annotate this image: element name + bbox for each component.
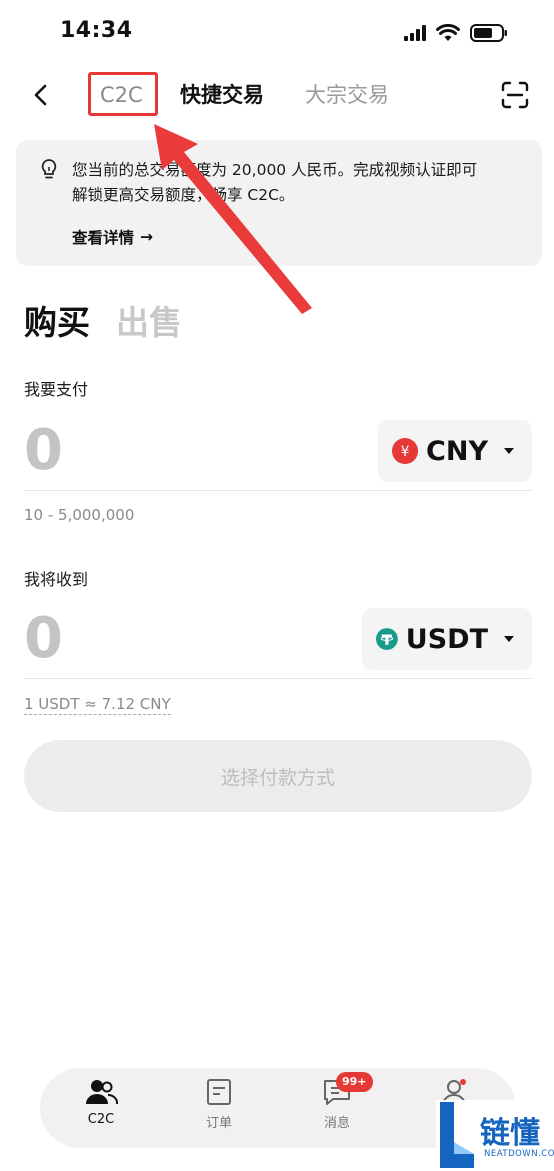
back-icon[interactable] [28, 80, 56, 110]
wifi-icon [436, 24, 460, 41]
divider [24, 678, 532, 679]
nav-item-orders[interactable]: 订单 [184, 1078, 254, 1131]
signal-icon [404, 25, 426, 41]
tab-sell[interactable]: 出售 [116, 296, 182, 344]
c2c-page: 14:34 C2C 快捷交易 大宗交易 您当前的总交易额度为 20,000 人民… [0, 0, 554, 1171]
annotation-arrow [154, 124, 312, 314]
chevron-down-icon [504, 636, 514, 642]
status-icons [404, 20, 508, 46]
divider [24, 490, 532, 491]
nav-item-c2c[interactable]: C2C [66, 1078, 136, 1127]
status-time: 14:34 [60, 18, 133, 43]
view-details-label: 查看详情 [72, 229, 135, 247]
nav-label-orders: 订单 [205, 1116, 232, 1131]
watermark-text: 链懂 [480, 1116, 540, 1151]
order-icon [207, 1079, 231, 1105]
user-group-icon [86, 1080, 118, 1105]
pay-label: 我要支付 [24, 380, 89, 399]
message-count-badge: 99+ [336, 1072, 373, 1092]
receive-amount-input[interactable]: 0 [24, 606, 63, 671]
battery-icon [470, 24, 507, 42]
exchange-rate[interactable]: 1 USDT ≈ 7.12 CNY [24, 695, 171, 715]
cny-icon: ¥ [392, 437, 419, 465]
lightbulb-icon [41, 159, 57, 179]
nav-label-c2c: C2C [87, 1112, 115, 1127]
watermark-logo-icon [440, 1102, 474, 1168]
select-payment-method-button[interactable]: 选择付款方式 [24, 740, 532, 812]
tab-block-trade[interactable]: 大宗交易 [305, 80, 389, 110]
tab-quick-trade[interactable]: 快捷交易 [180, 80, 264, 110]
currency-select-usdt[interactable]: USDT [362, 608, 532, 670]
nav-label-messages: 消息 [323, 1116, 350, 1131]
currency-select-cny[interactable]: ¥ CNY [378, 420, 532, 482]
scan-icon[interactable] [500, 80, 530, 110]
pay-currency-code: CNY [426, 435, 488, 467]
highlight-box [88, 72, 158, 116]
tab-buy[interactable]: 购买 [24, 296, 90, 344]
usdt-icon [376, 628, 398, 650]
receive-label: 我将收到 [24, 570, 89, 589]
pay-amount-input[interactable]: 0 [24, 418, 63, 483]
svg-text:¥: ¥ [401, 444, 410, 460]
receive-currency-code: USDT [405, 623, 488, 655]
chevron-down-icon [504, 448, 514, 454]
pay-range: 10 - 5,000,000 [24, 506, 135, 524]
watermark-subtext: NEATDOWN.COM [484, 1149, 554, 1159]
